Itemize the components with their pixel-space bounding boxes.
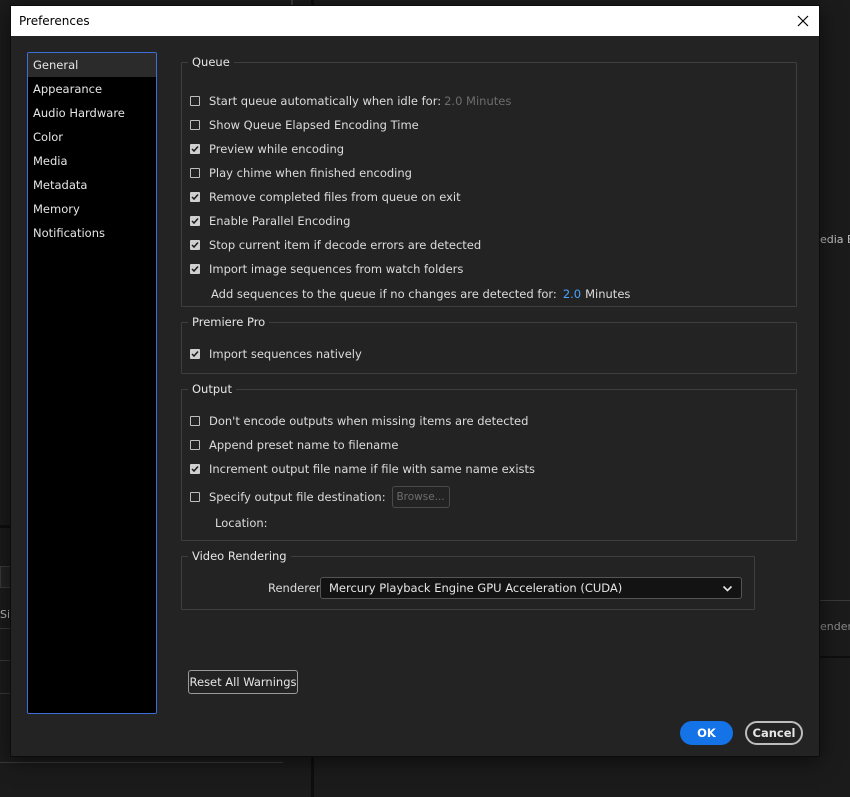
checkmark-icon xyxy=(191,351,199,358)
append-preset-name-option[interactable]: Append preset name to filename xyxy=(190,437,398,453)
checkbox[interactable] xyxy=(190,349,200,359)
sidebar-item-audio-hardware[interactable]: Audio Hardware xyxy=(28,101,156,125)
browse-button[interactable]: Browse... xyxy=(391,486,450,508)
start-queue-automatically-option[interactable]: Start queue automatically when idle for:… xyxy=(190,93,511,109)
cancel-button[interactable]: Cancel xyxy=(745,721,803,745)
close-icon xyxy=(797,15,809,27)
premiere-pro-group: Premiere Pro Import sequences natively xyxy=(181,315,797,374)
idle-time-value[interactable]: 2.0 Minutes xyxy=(444,94,511,108)
sidebar-item-notifications[interactable]: Notifications xyxy=(28,221,156,245)
premiere-pro-legend: Premiere Pro xyxy=(192,315,266,329)
specify-destination-option[interactable]: Specify output file destination: Browse.… xyxy=(190,485,450,509)
category-list[interactable]: General Appearance Audio Hardware Color … xyxy=(27,52,157,714)
sidebar-item-appearance[interactable]: Appearance xyxy=(28,77,156,101)
option-label: Import sequences natively xyxy=(209,347,362,361)
renderer-label: Renderer: xyxy=(268,581,325,595)
bg-divider xyxy=(820,656,850,658)
video-rendering-group: Video Rendering Renderer: Mercury Playba… xyxy=(181,549,755,610)
checkbox[interactable] xyxy=(190,120,200,130)
queue-legend: Queue xyxy=(192,55,230,69)
checkbox[interactable] xyxy=(190,144,200,154)
option-label: Stop current item if decode errors are d… xyxy=(209,238,482,252)
checkmark-icon xyxy=(191,466,199,473)
bg-divider xyxy=(0,762,283,763)
ok-button[interactable]: OK xyxy=(680,721,733,745)
bg-label: endere xyxy=(820,620,850,633)
checkbox[interactable] xyxy=(190,440,200,450)
checkmark-icon xyxy=(191,218,199,225)
checkbox[interactable] xyxy=(190,492,200,502)
delay-value[interactable]: 2.0 xyxy=(563,287,581,301)
option-label: Start queue automatically when idle for: xyxy=(209,94,442,108)
increment-file-name-option[interactable]: Increment output file name if file with … xyxy=(190,461,535,477)
option-label: Play chime when finished encoding xyxy=(209,166,412,180)
checkmark-icon xyxy=(191,146,199,153)
bg-divider xyxy=(0,628,11,629)
video-rendering-legend: Video Rendering xyxy=(192,549,287,563)
option-label: Import image sequences from watch folder… xyxy=(209,262,464,276)
option-label: Preview while encoding xyxy=(209,142,345,156)
sidebar-item-general[interactable]: General xyxy=(28,53,156,77)
bg-divider xyxy=(0,525,11,528)
checkbox[interactable] xyxy=(190,464,200,474)
option-label: Don't encode outputs when missing items … xyxy=(209,414,529,428)
import-natively-option[interactable]: Import sequences natively xyxy=(190,346,362,362)
dialog-title: Preferences xyxy=(19,14,90,28)
remove-completed-option[interactable]: Remove completed files from queue on exi… xyxy=(190,189,461,205)
option-label: Enable Parallel Encoding xyxy=(209,214,351,228)
checkmark-icon xyxy=(191,266,199,273)
option-label: Increment output file name if file with … xyxy=(209,462,536,476)
checkbox[interactable] xyxy=(190,216,200,226)
show-elapsed-time-option[interactable]: Show Queue Elapsed Encoding Time xyxy=(190,117,419,133)
checkbox[interactable] xyxy=(190,240,200,250)
bg-divider xyxy=(0,693,11,694)
preferences-dialog: Preferences General Appearance Audio Har… xyxy=(11,6,819,756)
checkbox[interactable] xyxy=(190,168,200,178)
reset-all-warnings-button[interactable]: Reset All Warnings xyxy=(188,670,298,694)
delay-unit: Minutes xyxy=(585,287,631,301)
sidebar-item-memory[interactable]: Memory xyxy=(28,197,156,221)
checkbox[interactable] xyxy=(190,264,200,274)
title-bar: Preferences xyxy=(11,6,819,36)
play-chime-option[interactable]: Play chime when finished encoding xyxy=(190,165,412,181)
import-image-sequences-option[interactable]: Import image sequences from watch folder… xyxy=(190,261,463,277)
close-button[interactable] xyxy=(787,6,819,36)
sidebar-item-metadata[interactable]: Metadata xyxy=(28,173,156,197)
checkbox[interactable] xyxy=(190,416,200,426)
location-row: Location: xyxy=(215,515,268,531)
option-label: Remove completed files from queue on exi… xyxy=(209,190,461,204)
renderer-dropdown[interactable]: Mercury Playback Engine GPU Acceleration… xyxy=(320,577,742,599)
checkmark-icon xyxy=(191,242,199,249)
dont-encode-missing-option[interactable]: Don't encode outputs when missing items … xyxy=(190,413,528,429)
output-group: Output Don't encode outputs when missing… xyxy=(181,382,797,541)
parallel-encoding-option[interactable]: Enable Parallel Encoding xyxy=(190,213,350,229)
renderer-value: Mercury Playback Engine GPU Acceleration… xyxy=(329,581,623,595)
checkbox[interactable] xyxy=(190,96,200,106)
output-legend: Output xyxy=(192,382,232,396)
sidebar-item-media[interactable]: Media xyxy=(28,149,156,173)
chevron-down-icon xyxy=(722,585,733,592)
checkmark-icon xyxy=(191,194,199,201)
preview-while-encoding-option[interactable]: Preview while encoding xyxy=(190,141,344,157)
checkbox[interactable] xyxy=(190,192,200,202)
bg-divider xyxy=(311,756,314,797)
bg-label: edia Br xyxy=(820,233,850,246)
option-label: Append preset name to filename xyxy=(209,438,399,452)
option-label: Show Queue Elapsed Encoding Time xyxy=(209,118,419,132)
queue-group: Queue Start queue automatically when idl… xyxy=(181,55,797,307)
location-label: Location: xyxy=(215,516,268,530)
add-sequences-delay-option: Add sequences to the queue if no changes… xyxy=(211,286,630,302)
renderer-label-row: Renderer: xyxy=(268,580,324,596)
stop-on-decode-errors-option[interactable]: Stop current item if decode errors are d… xyxy=(190,237,481,253)
sidebar-item-color[interactable]: Color xyxy=(28,125,156,149)
option-label: Add sequences to the queue if no changes… xyxy=(211,287,557,301)
bg-divider xyxy=(820,600,850,601)
option-label: Specify output file destination: xyxy=(209,490,386,504)
bg-divider xyxy=(0,660,11,661)
